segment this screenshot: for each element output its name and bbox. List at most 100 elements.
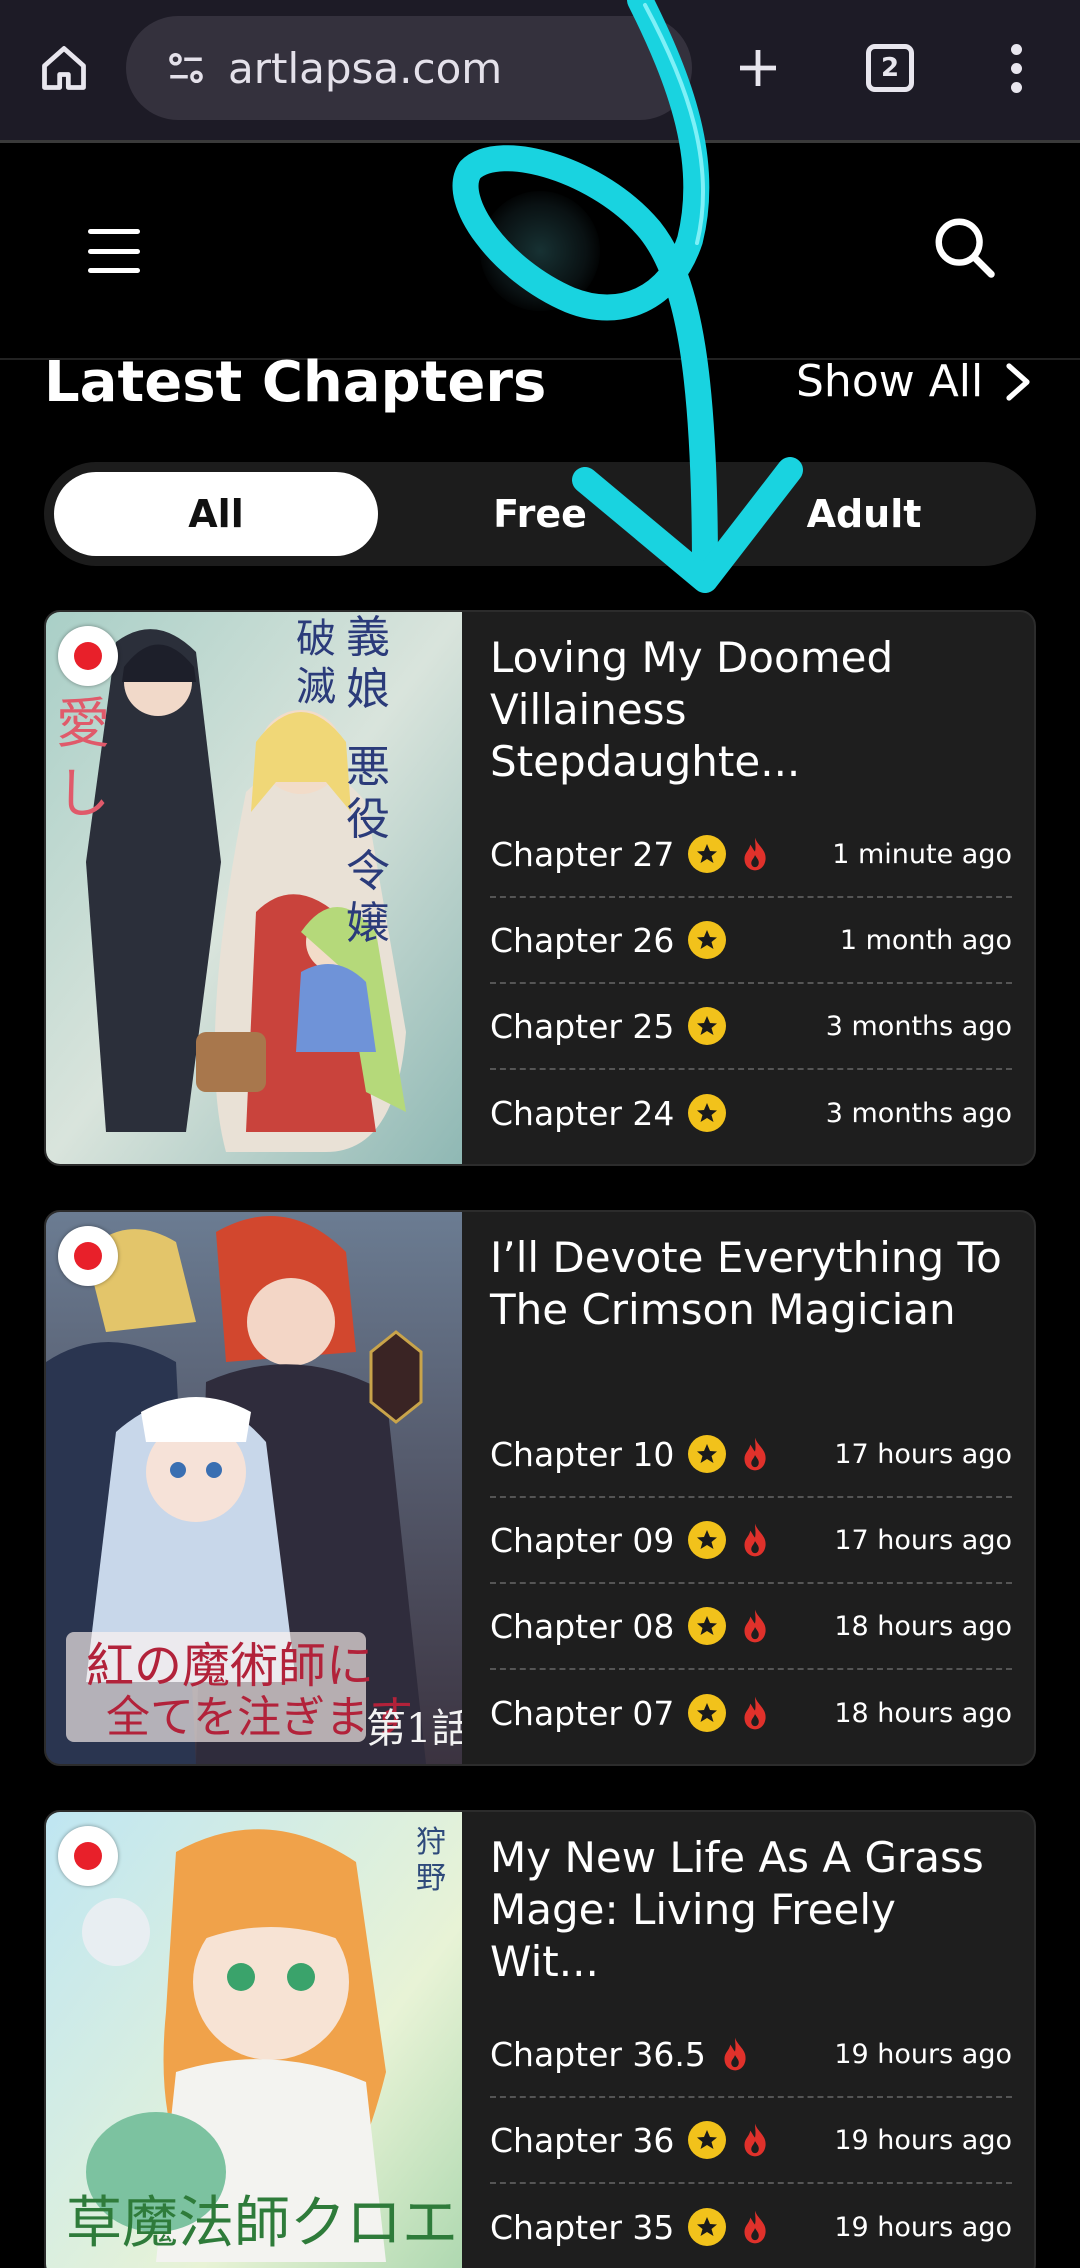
filter-tabs: All Free Adult [44,462,1036,566]
chapter-name: Chapter 35 [490,2207,675,2247]
star-icon [688,1521,727,1559]
chapter-name: Chapter 36 [490,2120,675,2160]
chapter-name: Chapter 36.5 [490,2034,706,2074]
chapter-time: 17 hours ago [834,1524,1012,1556]
chapter-list: Chapter 27 1 minute ago Chapter 26 1 mon… [490,812,1012,1156]
fire-icon [740,2121,770,2159]
browser-toolbar: artlapsa.com 2 [0,0,1080,140]
cover-image[interactable]: 紅の魔術師に 全てを注ぎます 第1話 [46,1212,462,1764]
svg-text:義: 義 [346,612,390,663]
fire-icon [740,1435,770,1473]
svg-text:悪: 悪 [346,742,390,793]
star-icon [688,1435,727,1473]
manga-card[interactable]: 草魔法師クロエの 狩 野 My New Life As A Grass Mage… [44,1810,1036,2268]
chapter-time: 3 months ago [825,1097,1012,1129]
show-all-link[interactable]: Show All [796,356,1031,407]
chapter-list: Chapter 36.5 19 hours ago Chapter 36 19 … [490,2012,1012,2268]
chapter-row[interactable]: Chapter 08 18 hours ago [490,1584,1012,1670]
manga-title[interactable]: My New Life As A Grass Mage: Living Free… [490,1832,1010,1988]
manga-card[interactable]: 義 娘 悪 役 令 嬢 破 滅 愛 し Loving My Doomed Vil… [44,610,1036,1166]
cover-image[interactable]: 義 娘 悪 役 令 嬢 破 滅 愛 し [46,612,462,1164]
star-icon [688,2121,727,2159]
section-title: Latest Chapters [44,350,547,415]
tab-all[interactable]: All [54,472,378,556]
chapter-name: Chapter 25 [490,1006,675,1046]
more-menu-icon[interactable] [986,32,1046,104]
chapter-time: 18 hours ago [834,1697,1012,1729]
fire-icon [740,2208,770,2246]
svg-text:草魔法師クロエの: 草魔法師クロエの [66,2191,462,2256]
chapter-name: Chapter 10 [490,1434,675,1474]
svg-text:愛: 愛 [56,692,110,755]
star-icon [688,1094,727,1132]
chapter-row[interactable]: Chapter 27 1 minute ago [490,812,1012,898]
chapter-row[interactable]: Chapter 25 3 months ago [490,984,1012,1070]
star-icon [688,921,727,959]
hamburger-menu-icon[interactable] [88,229,140,273]
manga-title[interactable]: I’ll Devote Everything To The Crimson Ma… [490,1232,1010,1336]
chapter-time: 1 minute ago [832,838,1012,870]
chapter-name: Chapter 26 [490,920,675,960]
chapter-row[interactable]: Chapter 36.5 19 hours ago [490,2012,1012,2098]
svg-text:嬢: 嬢 [346,898,390,949]
tab-adult[interactable]: Adult [702,472,1026,556]
manga-card[interactable]: 紅の魔術師に 全てを注ぎます 第1話 I’ll Devote Everythin… [44,1210,1036,1766]
chapter-row[interactable]: Chapter 36 19 hours ago [490,2098,1012,2184]
site-info-icon[interactable] [162,44,210,92]
fire-icon [720,2035,750,2073]
chapter-time: 1 month ago [839,924,1012,956]
site-logo[interactable] [480,191,600,311]
chapter-name: Chapter 08 [490,1606,675,1646]
japan-flag-icon [58,626,118,686]
manga-title[interactable]: Loving My Doomed Villainess Stepdaughte.… [490,632,1010,788]
chapter-row[interactable]: Chapter 35 19 hours ago [490,2184,1012,2268]
chapter-row[interactable]: Chapter 07 18 hours ago [490,1670,1012,1756]
star-icon [688,835,727,873]
show-all-label: Show All [796,356,984,407]
star-icon [688,1007,727,1045]
svg-text:狩: 狩 [416,1825,446,1860]
fire-icon [740,835,770,873]
japan-flag-icon [58,1826,118,1886]
chapter-row[interactable]: Chapter 09 17 hours ago [490,1498,1012,1584]
svg-text:破: 破 [296,616,336,662]
fire-icon [740,1607,770,1645]
fire-icon [740,1521,770,1559]
home-icon[interactable] [28,32,100,104]
svg-text:滅: 滅 [296,664,336,710]
chapter-list: Chapter 10 17 hours ago Chapter 09 17 ho… [490,1412,1012,1756]
chapter-row[interactable]: Chapter 10 17 hours ago [490,1412,1012,1498]
chapter-name: Chapter 24 [490,1093,675,1133]
chapter-row[interactable]: Chapter 24 3 months ago [490,1070,1012,1156]
star-icon [688,1607,727,1645]
tab-free[interactable]: Free [378,472,702,556]
chapter-time: 18 hours ago [834,1610,1012,1642]
new-tab-icon[interactable] [722,32,794,104]
chapter-name: Chapter 27 [490,834,675,874]
chapter-time: 19 hours ago [834,2038,1012,2070]
search-icon[interactable] [930,213,1000,283]
cover-image[interactable]: 草魔法師クロエの 狩 野 [46,1812,462,2268]
star-icon [688,2208,727,2246]
chapter-name: Chapter 07 [490,1693,675,1733]
svg-text:役: 役 [346,794,390,845]
chapter-time: 17 hours ago [834,1438,1012,1470]
chapter-row[interactable]: Chapter 26 1 month ago [490,898,1012,984]
svg-text:紅の魔術師に: 紅の魔術師に [86,1638,374,1694]
svg-text:娘: 娘 [346,664,390,715]
star-icon [688,1694,727,1732]
svg-text:野: 野 [416,1861,446,1896]
chapter-name: Chapter 09 [490,1520,675,1560]
svg-text:令: 令 [346,846,390,897]
svg-text:し: し [56,762,110,825]
fire-icon [740,1694,770,1732]
chevron-right-icon [1006,362,1030,401]
japan-flag-icon [58,1226,118,1286]
url-text: artlapsa.com [228,43,503,93]
chapter-time: 19 hours ago [834,2211,1012,2243]
site-header [0,140,1080,360]
chapter-time: 3 months ago [825,1010,1012,1042]
svg-text:第1話: 第1話 [366,1706,462,1752]
tab-switcher-icon[interactable]: 2 [866,44,914,92]
address-bar[interactable]: artlapsa.com [126,16,692,120]
